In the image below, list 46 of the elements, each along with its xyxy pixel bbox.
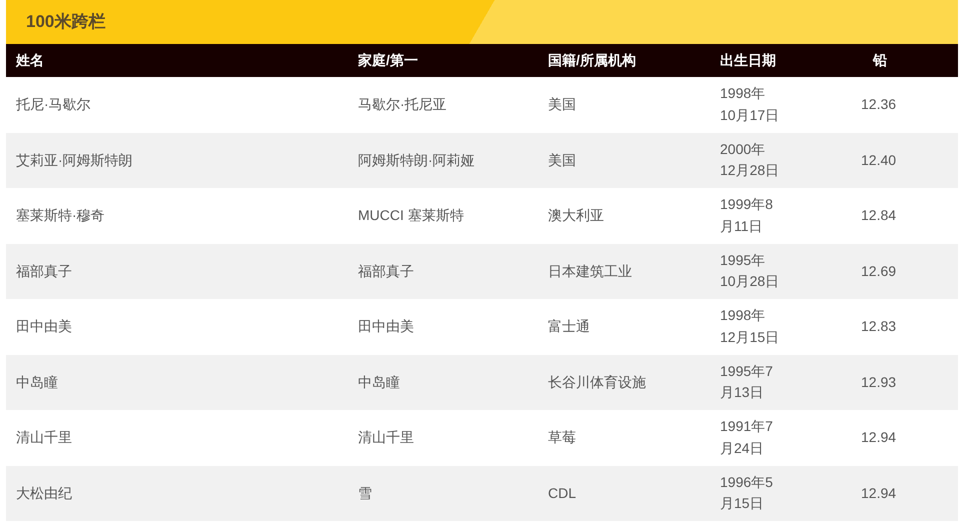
table-cell-text: 阿姆斯特朗·阿莉娅 — [358, 150, 475, 170]
table-cell-text: 澳大利亚 — [548, 206, 604, 226]
table-cell-text: 福部真子 — [358, 262, 414, 281]
table-cell-text: 大松由纪 — [16, 484, 72, 503]
table-cell-text: 12.69 — [861, 262, 896, 281]
table-cell-text: 清山千里 — [16, 428, 72, 448]
column-header: 国籍/所属机构 — [538, 44, 710, 77]
table-cell-text: 1998年10月17日 — [720, 84, 780, 125]
table-cell-text: 12.36 — [861, 95, 896, 114]
table-cell-text: 富士通 — [548, 317, 590, 336]
table-cell-text: MUCCI 塞莱斯特 — [358, 206, 464, 226]
table-cell-text: 中岛瞳 — [16, 372, 58, 392]
table-cell-text: 福部真子 — [16, 262, 72, 281]
table-cell-text: 田中由美 — [16, 317, 72, 336]
table-cell-text: 1995年10月28日 — [720, 250, 780, 292]
table-cell-text: 日本建筑工业 — [548, 262, 632, 281]
table-cell-text: 田中由美 — [358, 317, 414, 336]
table-cell-text: 美国 — [548, 150, 576, 170]
table-cell-text: 托尼·马歇尔 — [16, 95, 91, 114]
column-header: 出生日期 — [710, 44, 851, 77]
table-cell-text: 1991年7月24日 — [720, 417, 774, 458]
table-cell-text: 艾莉亚·阿姆斯特朗 — [16, 150, 133, 170]
table-cell-text: 12.84 — [861, 206, 896, 226]
table-cell-text: 12.93 — [861, 372, 896, 392]
table-cell-text: 1998年12月15日 — [720, 306, 780, 347]
column-header: 家庭/第一 — [348, 44, 538, 77]
table-cell-text: 12.40 — [861, 150, 896, 170]
section-title: 100米跨栏 — [26, 11, 106, 34]
table-cell-text: 塞莱斯特·穆奇 — [16, 206, 105, 226]
table-cell-text: 2000年12月28日 — [720, 140, 780, 180]
table-cell-text: 1999年8月11日 — [720, 195, 774, 236]
column-header: 铅 — [851, 44, 958, 77]
table-cell-text: 12.94 — [861, 484, 896, 503]
table-cell-text: 雪 — [358, 484, 372, 503]
table-cell-text: 1995年7月13日 — [720, 362, 774, 402]
table-cell-text: 12.94 — [861, 428, 896, 448]
table-cell-text: 美国 — [548, 95, 576, 114]
table-cell-text: 中岛瞳 — [358, 372, 400, 392]
table-cell-text: 草莓 — [548, 428, 576, 448]
table-cell-text: CDL — [548, 484, 576, 503]
column-header: 姓名 — [6, 44, 348, 77]
table-cell-text: 12.83 — [861, 317, 896, 336]
table-cell-text: 马歇尔·托尼亚 — [358, 95, 447, 114]
table-cell-text: 长谷川体育设施 — [548, 372, 646, 392]
table-cell-text: 清山千里 — [358, 428, 414, 448]
table-cell-text: 1996年5月15日 — [720, 472, 774, 514]
